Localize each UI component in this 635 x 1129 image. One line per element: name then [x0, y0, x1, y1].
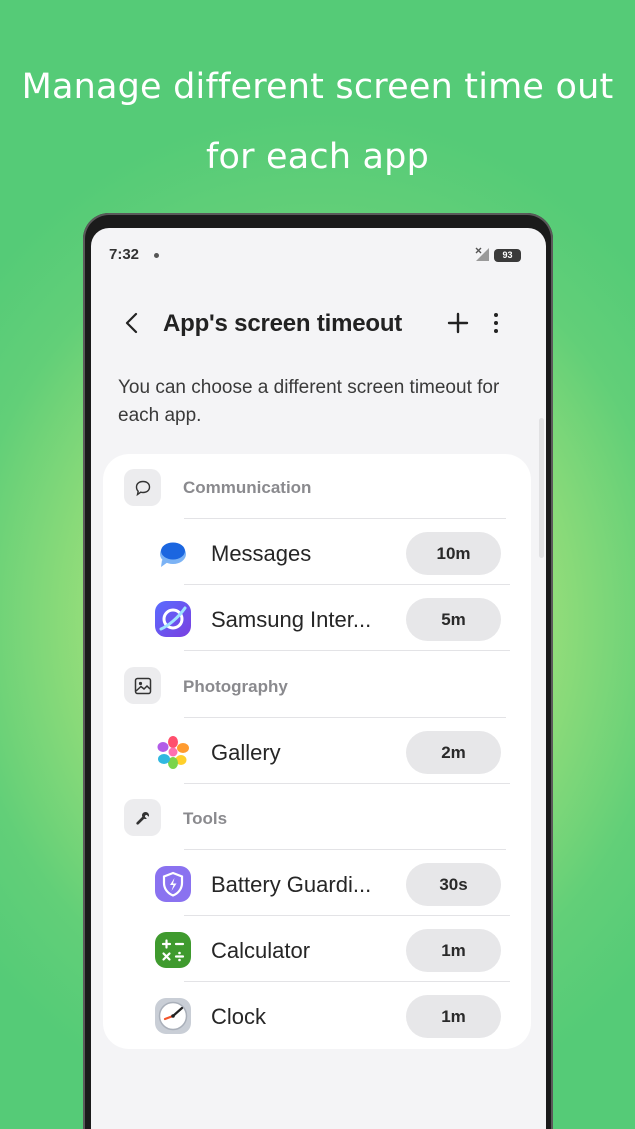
app-timeout-list: Communication Messages 10m Samsung Inter…: [103, 454, 531, 1049]
battery-icon: 93: [494, 249, 521, 262]
no-signal-icon: [475, 247, 489, 261]
more-options-icon[interactable]: [489, 310, 503, 336]
app-bar: App's screen timeout: [91, 298, 546, 348]
messages-app-icon: [160, 542, 186, 567]
gallery-app-icon: [157, 736, 189, 769]
divider: [184, 981, 510, 982]
timeout-button[interactable]: 1m: [406, 929, 501, 972]
divider: [184, 849, 506, 850]
clock-app-icon: [155, 998, 191, 1034]
chat-bubble-icon: [135, 480, 150, 496]
category-label-communication: Communication: [183, 478, 312, 497]
category-icon-photography: [124, 667, 161, 704]
scrollbar[interactable]: [539, 418, 544, 558]
app-name: Messages: [211, 541, 312, 566]
calculator-app-icon: [155, 932, 191, 968]
add-icon[interactable]: [445, 310, 471, 336]
status-bar: 7:32 93: [91, 228, 546, 282]
app-name: Calculator: [211, 938, 311, 963]
promo-headline: Manage different screen time out for eac…: [0, 52, 635, 192]
timeout-button[interactable]: 1m: [406, 995, 501, 1038]
app-name: Battery Guardi...: [211, 872, 372, 897]
phone-screen: 7:32 93 App's screen timeout You can cho…: [91, 228, 546, 1129]
app-name: Gallery: [211, 740, 281, 765]
divider: [184, 584, 510, 585]
image-icon: [134, 677, 151, 694]
category-icon-tools: [124, 799, 161, 836]
divider: [184, 518, 506, 519]
timeout-button[interactable]: 2m: [406, 731, 501, 774]
timeout-button[interactable]: 30s: [406, 863, 501, 906]
headline-line-1: Manage different screen time out: [21, 67, 614, 107]
divider: [184, 915, 510, 916]
divider: [184, 783, 510, 784]
battery-guardian-app-icon: [155, 866, 191, 902]
samsung-internet-app-icon: [155, 601, 191, 637]
app-name: Samsung Inter...: [211, 607, 372, 632]
category-label-photography: Photography: [183, 677, 288, 696]
timeout-button[interactable]: 5m: [406, 598, 501, 641]
timeout-button[interactable]: 10m: [406, 532, 501, 575]
status-time: 7:32: [109, 246, 140, 263]
category-icon-communication: [124, 469, 161, 506]
category-label-tools: Tools: [183, 809, 228, 828]
headline-line-2: for each app: [205, 137, 430, 177]
page-title: App's screen timeout: [163, 310, 403, 337]
notification-dot-icon: [154, 253, 159, 258]
app-name: Clock: [211, 1004, 267, 1029]
page-description: You can choose a different screen timeou…: [118, 377, 500, 426]
back-arrow-icon[interactable]: [121, 311, 143, 335]
divider: [184, 650, 510, 651]
wrench-icon: [135, 811, 149, 825]
divider: [184, 717, 506, 718]
